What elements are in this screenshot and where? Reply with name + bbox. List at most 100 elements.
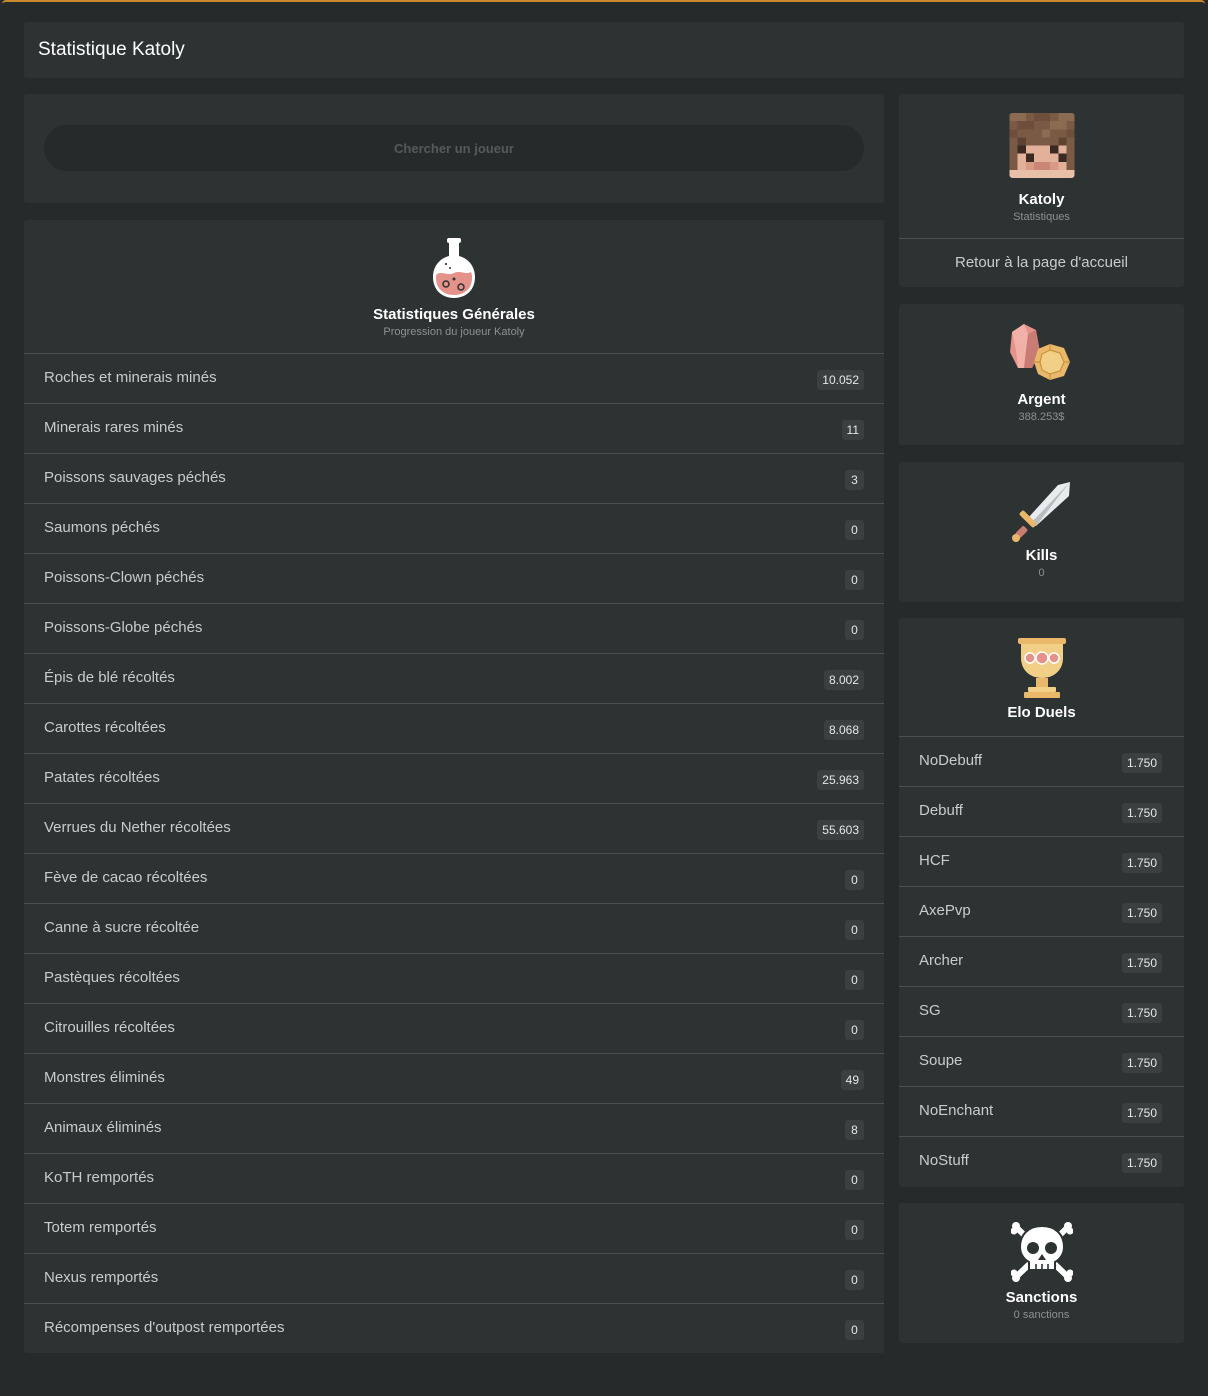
table-row: NoEnchant 1.750 [899, 1086, 1184, 1136]
sanctions-value: 0 sanctions [1013, 1309, 1070, 1321]
table-row: Pastèques récoltées 0 [24, 953, 884, 1003]
row-value-badge: 1.750 [1121, 1153, 1162, 1173]
elo-card: Elo Duels NoDebuff 1.750 Debuff 1.750 HCF 1… [899, 618, 1184, 1187]
row-label: SG [919, 1002, 941, 1019]
row-label: Roches et minerais minés [44, 369, 217, 386]
row-value-badge: 0 [845, 870, 864, 890]
money-card: Argent 388.253$ [899, 304, 1184, 445]
row-label: HCF [919, 852, 950, 869]
row-label: Poissons-Clown péchés [44, 569, 205, 586]
table-row: Fève de cacao récoltées 0 [24, 853, 884, 903]
table-row: Soupe 1.750 [899, 1036, 1184, 1086]
table-row: Canne à sucre récoltée 0 [24, 903, 884, 953]
kills-title: Kills [1025, 547, 1058, 564]
table-row: HCF 1.750 [899, 836, 1184, 886]
row-value-badge: 25.963 [817, 770, 864, 790]
row-label: Verrues du Nether récoltées [44, 819, 231, 836]
page-frame: Statistique Katoly Statistiques Générale… [2, 0, 1205, 1394]
row-label: Archer [919, 952, 964, 969]
table-row: Monstres éliminés 49 [24, 1053, 884, 1103]
row-label: NoEnchant [919, 1102, 994, 1119]
row-value-badge: 55.603 [817, 820, 864, 840]
row-value-badge: 0 [845, 520, 864, 540]
row-label: Animaux éliminés [44, 1119, 162, 1136]
table-row: Épis de blé récoltés 8.002 [24, 653, 884, 703]
skull-icon [1011, 1222, 1073, 1282]
row-value-badge: 0 [845, 1170, 864, 1190]
row-label: Citrouilles récoltées [44, 1019, 175, 1036]
table-row: Nexus remportés 0 [24, 1253, 884, 1303]
row-value-badge: 0 [845, 1220, 864, 1240]
table-row: Poissons-Clown péchés 0 [24, 553, 884, 603]
row-value-badge: 0 [845, 570, 864, 590]
potion-icon [433, 238, 475, 298]
row-value-badge: 8.068 [823, 720, 864, 740]
search-card [24, 94, 884, 203]
table-row: Saumons péchés 0 [24, 503, 884, 553]
row-value-badge: 0 [845, 1320, 864, 1340]
table-row: Carottes récoltées 8.068 [24, 703, 884, 753]
row-value-badge: 11 [841, 420, 864, 440]
row-label: Fève de cacao récoltées [44, 869, 208, 886]
row-label: Récompenses d'outpost remportées [44, 1319, 285, 1336]
sanctions-card: Sanctions 0 sanctions [899, 1203, 1184, 1343]
search-input[interactable] [44, 125, 864, 171]
table-row: SG 1.750 [899, 986, 1184, 1036]
row-value-badge: 49 [840, 1070, 864, 1090]
row-label: Nexus remportés [44, 1269, 159, 1286]
general-stats-subtitle: Progression du joueur Katoly [383, 326, 525, 338]
table-row: Poissons-Globe péchés 0 [24, 603, 884, 653]
row-value-badge: 3 [845, 470, 864, 490]
table-row: KoTH remportés 0 [24, 1153, 884, 1203]
row-label: Patates récoltées [44, 769, 160, 786]
page-title: Statistique Katoly [38, 39, 185, 60]
row-label: Pastèques récoltées [44, 969, 180, 986]
money-value: 388.253$ [1018, 411, 1065, 423]
general-stats-title: Statistiques Générales [373, 306, 535, 323]
home-link[interactable]: Retour à la page d'accueil [899, 254, 1184, 271]
row-label: Canne à sucre récoltée [44, 919, 200, 936]
row-label: Saumons péchés [44, 519, 160, 536]
kills-card: Kills 0 [899, 462, 1184, 602]
row-value-badge: 0 [845, 1270, 864, 1290]
row-value-badge: 1.750 [1121, 803, 1162, 823]
row-value-badge: 1.750 [1121, 1053, 1162, 1073]
table-row: Totem remportés 0 [24, 1203, 884, 1253]
row-value-badge: 1.750 [1121, 753, 1162, 773]
table-row: Récompenses d'outpost remportées 0 [24, 1303, 884, 1353]
kills-value: 0 [1038, 567, 1045, 579]
row-value-badge: 8 [845, 1120, 864, 1140]
table-row: Debuff 1.750 [899, 786, 1184, 836]
row-value-badge: 1.750 [1121, 1003, 1162, 1023]
sword-icon [1012, 482, 1070, 542]
row-label: Poissons-Globe péchés [44, 619, 203, 636]
trophy-icon [1018, 638, 1066, 698]
table-row: NoDebuff 1.750 [899, 736, 1184, 786]
row-label: Debuff [919, 802, 963, 819]
profile-name: Katoly [1018, 191, 1065, 208]
money-title: Argent [1017, 391, 1066, 408]
row-value-badge: 1.750 [1121, 1103, 1162, 1123]
row-value-badge: 10.052 [817, 370, 864, 390]
table-row: Archer 1.750 [899, 936, 1184, 986]
row-value-badge: 0 [845, 620, 864, 640]
row-label: Totem remportés [44, 1219, 157, 1236]
table-row: NoStuff 1.750 [899, 1136, 1184, 1186]
row-value-badge: 0 [845, 970, 864, 990]
elo-title: Elo Duels [1007, 704, 1076, 721]
profile-card: Katoly Statistiques Retour à la page d'a… [899, 94, 1184, 287]
table-row: Citrouilles récoltées 0 [24, 1003, 884, 1053]
gems-icon [1010, 324, 1070, 380]
row-label: Épis de blé récoltés [44, 669, 175, 686]
row-label: Poissons sauvages péchés [44, 469, 226, 486]
general-stats-header: Statistiques Générales Progression du jo… [24, 220, 884, 354]
row-value-badge: 1.750 [1121, 903, 1162, 923]
row-label: AxePvp [919, 902, 971, 919]
row-value-badge: 0 [845, 920, 864, 940]
row-label: NoDebuff [919, 752, 983, 769]
row-value-badge: 8.002 [823, 670, 864, 690]
table-row: Verrues du Nether récoltées 55.603 [24, 803, 884, 853]
table-row: Roches et minerais minés 10.052 [24, 353, 884, 403]
row-label: Soupe [919, 1052, 963, 1069]
row-label: Monstres éliminés [44, 1069, 165, 1086]
